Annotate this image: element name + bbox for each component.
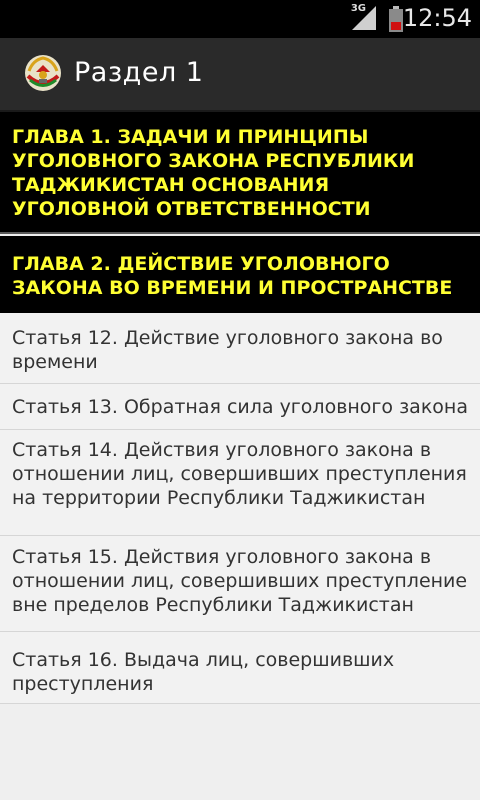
chapter-1-item[interactable]: ГЛАВА 1. ЗАДАЧИ И ПРИНЦИПЫ УГОЛОВНОГО ЗА… xyxy=(0,112,480,234)
signal-strength-icon xyxy=(352,6,376,30)
article-16-item[interactable]: Статья 16. Выдача лиц, совершивших прест… xyxy=(0,632,480,704)
battery-icon xyxy=(389,6,403,32)
tajikistan-emblem-icon[interactable] xyxy=(24,54,62,92)
article-list: Статья 12. Действие уголовного закона во… xyxy=(0,313,480,704)
chapter-2-item[interactable]: ГЛАВА 2. ДЕЙСТВИЕ УГОЛОВНОГО ЗАКОНА ВО В… xyxy=(0,236,480,313)
article-14-item[interactable]: Статья 14. Действия уголовного закона в … xyxy=(0,430,480,536)
article-13-item[interactable]: Статья 13. Обратная сила уголовного зако… xyxy=(0,384,480,430)
status-clock: 12:54 xyxy=(402,4,472,32)
status-bar: 3G 12:54 xyxy=(0,0,480,38)
article-12-item[interactable]: Статья 12. Действие уголовного закона во… xyxy=(0,313,480,384)
article-15-item[interactable]: Статья 15. Действия уголовного закона в … xyxy=(0,536,480,632)
screen-title: Раздел 1 xyxy=(74,57,204,88)
action-bar: Раздел 1 xyxy=(0,38,480,112)
